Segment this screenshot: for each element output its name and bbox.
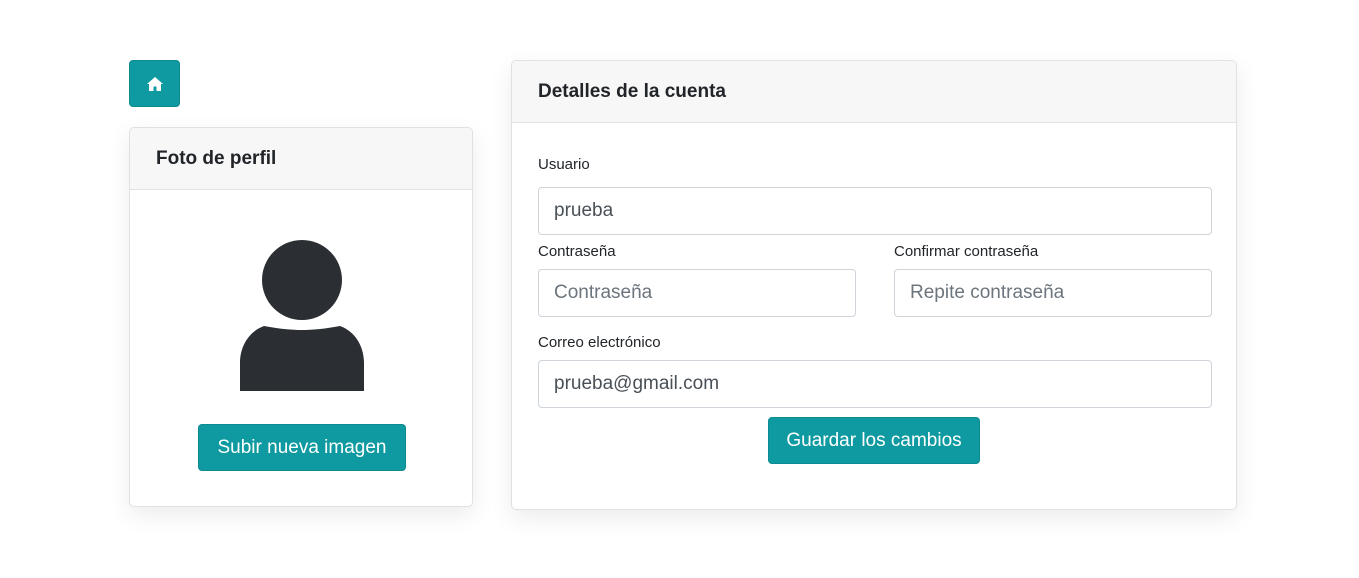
account-details-header: Detalles de la cuenta — [512, 61, 1236, 123]
home-button[interactable] — [129, 60, 180, 107]
avatar — [240, 239, 364, 391]
password-label: Contraseña — [538, 243, 616, 260]
save-changes-label: Guardar los cambios — [786, 429, 962, 451]
username-input[interactable] — [538, 187, 1212, 235]
confirm-password-label: Confirmar contraseña — [894, 243, 1039, 260]
page: Foto de perfil Subir nueva imagen Detall… — [0, 0, 1359, 578]
profile-photo-title: Foto de perfil — [156, 147, 277, 169]
upload-image-button[interactable]: Subir nueva imagen — [198, 424, 406, 471]
password-input[interactable] — [538, 269, 856, 317]
email-label: Correo electrónico — [538, 334, 661, 351]
username-label: Usuario — [538, 156, 590, 173]
save-changes-button[interactable]: Guardar los cambios — [768, 417, 980, 464]
upload-image-label: Subir nueva imagen — [217, 436, 387, 458]
profile-photo-card: Foto de perfil Subir nueva imagen — [129, 127, 473, 507]
profile-photo-header: Foto de perfil — [130, 128, 472, 190]
user-silhouette-icon — [240, 240, 364, 391]
account-details-title: Detalles de la cuenta — [538, 80, 726, 102]
home-icon — [146, 76, 163, 91]
confirm-password-input[interactable] — [894, 269, 1212, 317]
email-input[interactable] — [538, 360, 1212, 408]
account-details-card: Detalles de la cuenta Usuario Contraseña… — [511, 60, 1237, 510]
